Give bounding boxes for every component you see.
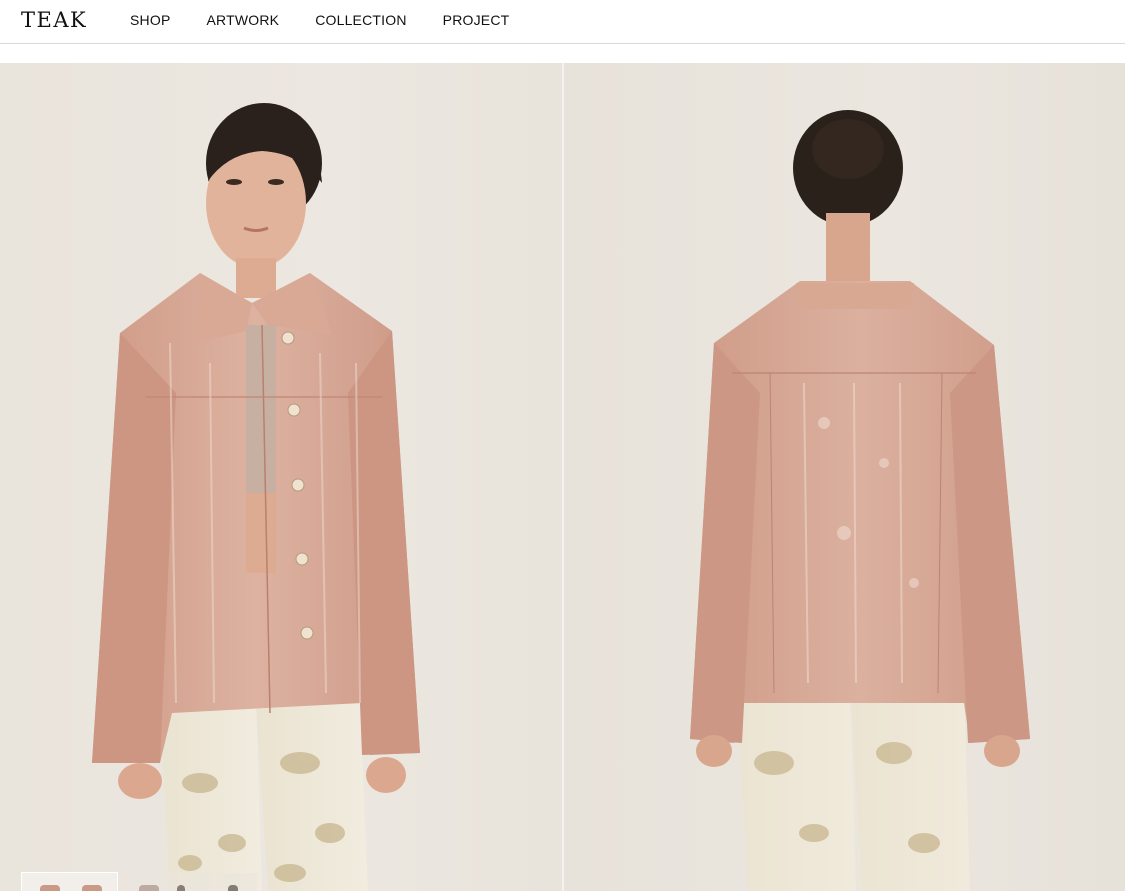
site-logo[interactable]: TEAK xyxy=(21,8,87,32)
thumbnail-1[interactable] xyxy=(21,872,118,891)
nav-item-artwork[interactable]: ARTWORK xyxy=(206,12,279,28)
nav-item-shop[interactable]: SHOP xyxy=(130,12,170,28)
thumbnail-3[interactable] xyxy=(216,873,258,891)
product-image-back[interactable] xyxy=(564,63,1125,891)
thumbnail-2[interactable] xyxy=(119,873,214,891)
product-image-front[interactable] xyxy=(0,63,562,891)
product-gallery xyxy=(0,63,1125,891)
site-header: TEAK SHOP ARTWORK COLLECTION PROJECT xyxy=(0,0,1125,44)
nav-item-project[interactable]: PROJECT xyxy=(443,12,510,28)
model-front-illustration xyxy=(92,103,420,891)
thumbnail-strip xyxy=(21,872,258,891)
model-back-illustration xyxy=(690,110,1030,891)
nav-item-collection[interactable]: COLLECTION xyxy=(315,12,406,28)
main-nav: SHOP ARTWORK COLLECTION PROJECT xyxy=(130,12,545,28)
